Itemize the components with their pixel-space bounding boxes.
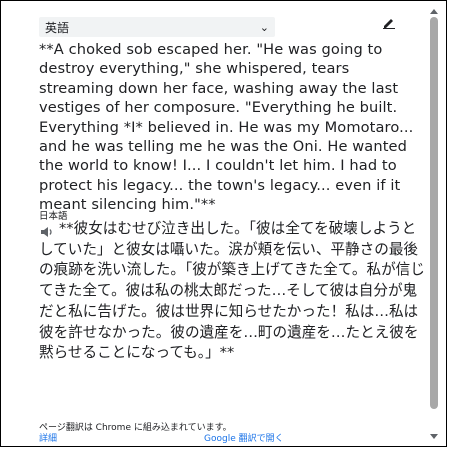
chevron-down-icon: ⌄ [259, 20, 269, 34]
scrollbar[interactable] [429, 9, 439, 441]
source-language-select[interactable]: 英語 ⌄ [39, 17, 275, 37]
pencil-icon[interactable] [382, 15, 396, 29]
footer-note: ページ翻訳は Chrome に組み込まれています。 [39, 423, 232, 433]
scroll-down-arrow-icon[interactable] [430, 434, 438, 439]
translate-popup: 英語 ⌄ **A choked sob escaped her. "He was… [0, 0, 447, 447]
translated-text: **彼女はむせび泣き出した。「彼は全てを破壊しようとしていた」と彼女は囁いた。涙… [39, 220, 425, 362]
open-google-translate-link[interactable]: Google 翻訳で開く [204, 431, 284, 444]
scroll-up-arrow-icon[interactable] [430, 9, 438, 14]
scroll-thumb[interactable] [430, 17, 438, 409]
source-text: **A choked sob escaped her. "He was goin… [39, 41, 414, 214]
source-language-value: 英語 [45, 20, 70, 35]
details-link[interactable]: 詳細 [39, 431, 57, 444]
